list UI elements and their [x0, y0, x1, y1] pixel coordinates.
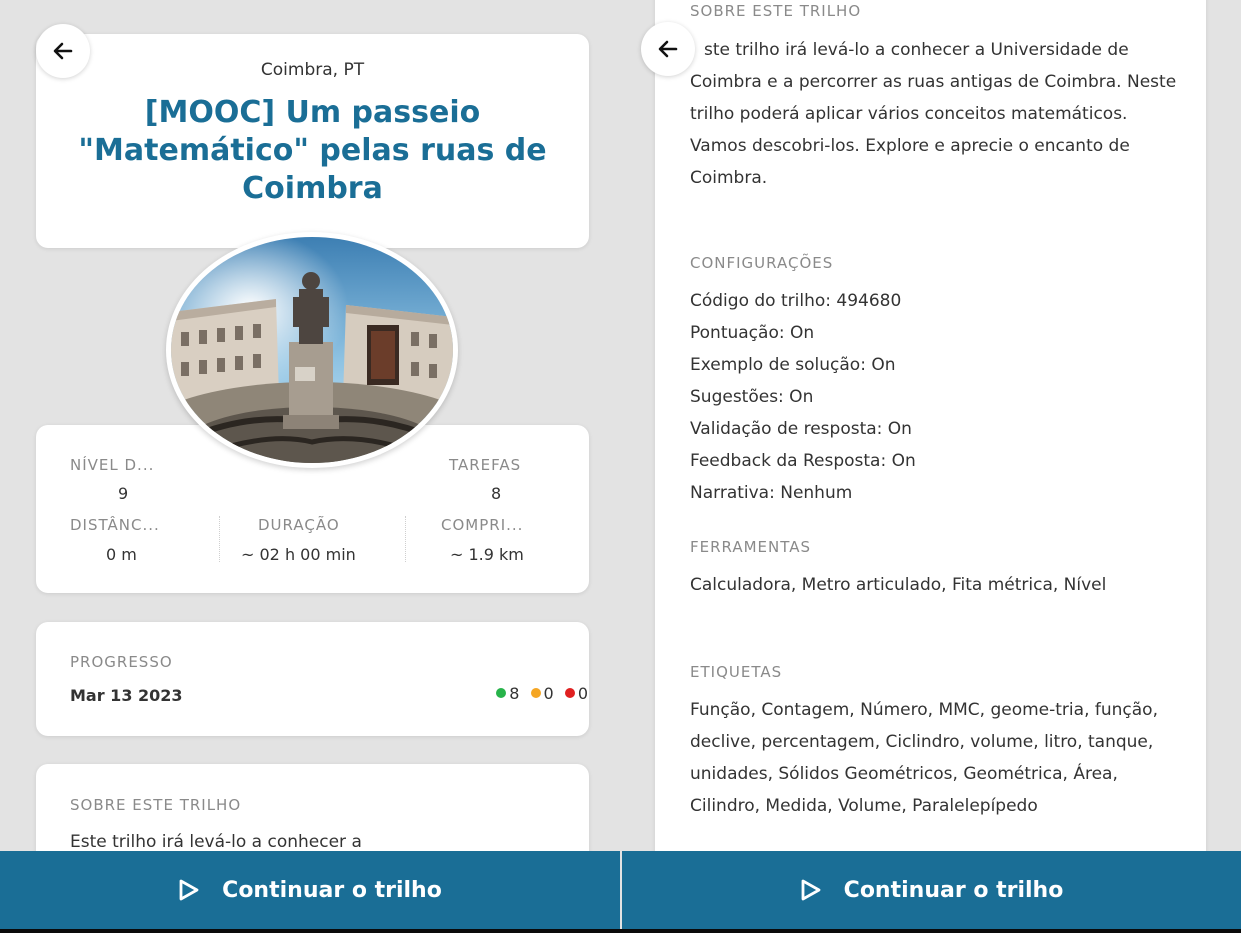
red-count: 0 — [577, 684, 588, 703]
yellow-dot-icon — [530, 688, 541, 698]
title-card: Coimbra, PT [MOOC] Um passeio "Matemátic… — [36, 34, 589, 248]
stat-distance-label: DISTÂNC... — [70, 516, 160, 534]
bottom-strip — [0, 929, 1241, 933]
config-label: CONFIGURAÇÕES — [690, 254, 834, 272]
stat-distance-value: 0 m — [106, 545, 137, 564]
continue-trail-button[interactable]: Continuar o trilho — [622, 851, 1241, 929]
about-label: SOBRE ESTE TRILHO — [70, 796, 242, 814]
green-dot-icon — [496, 688, 507, 698]
continue-trail-button[interactable]: Continuar o trilho — [0, 851, 620, 929]
trail-title: [MOOC] Um passeio "Matemático" pelas rua… — [78, 95, 547, 206]
config-list: Código do trilho: 494680 Pontuação: On E… — [690, 285, 1180, 509]
stat-duration-label: DURAÇÃO — [258, 516, 340, 534]
arrow-left-icon — [53, 42, 73, 60]
continue-trail-label: Continuar o trilho — [843, 877, 1064, 903]
continue-trail-label: Continuar o trilho — [222, 877, 442, 903]
trail-photo — [166, 232, 458, 468]
left-screen: Coimbra, PT [MOOC] Um passeio "Matemátic… — [0, 0, 622, 933]
about-text: Este trilho irá levá-lo a conhecer a — [70, 832, 362, 852]
config-item: Sugestões: On — [690, 387, 814, 407]
back-button[interactable] — [641, 22, 695, 76]
stat-tasks-value: 8 — [491, 484, 502, 503]
red-dot-icon — [564, 688, 575, 698]
play-outline-icon — [179, 879, 199, 901]
tools-text: Calculadora, Metro articulado, Fita métr… — [690, 575, 1107, 595]
stat-length-label: COMPRI... — [441, 516, 524, 534]
arrow-left-icon — [658, 40, 678, 58]
right-about-text: ste trilho irá levá-lo a conhecer a Univ… — [690, 40, 1177, 188]
tags-text: Função, Contagem, Número, MMC, geome-tri… — [690, 700, 1158, 816]
stat-divider — [219, 516, 220, 562]
stat-tasks-label: TAREFAS — [449, 456, 522, 474]
stat-level-value: 9 — [118, 484, 129, 503]
tools-label: FERRAMENTAS — [690, 538, 812, 556]
stat-level-label: NÍVEL D... — [70, 456, 155, 474]
right-about-label: SOBRE ESTE TRILHO — [690, 2, 862, 20]
back-button[interactable] — [36, 24, 90, 78]
play-outline-icon — [801, 879, 821, 901]
config-item: Narrativa: Nenhum — [690, 483, 853, 503]
config-item: Feedback da Resposta: On — [690, 451, 916, 471]
progress-counts: 8 0 0 — [496, 684, 588, 703]
progress-card — [36, 622, 589, 736]
stat-divider — [405, 516, 406, 562]
config-item: Validação de resposta: On — [690, 419, 912, 439]
progress-label: PROGRESSO — [70, 653, 173, 671]
stat-length-value: ~ 1.9 km — [450, 545, 524, 564]
config-item: Pontuação: On — [690, 323, 815, 343]
config-item: Código do trilho: 494680 — [690, 291, 902, 311]
stat-duration-value: ~ 02 h 00 min — [241, 545, 356, 564]
green-count: 8 — [509, 684, 520, 703]
trail-location: Coimbra, PT — [260, 60, 365, 80]
yellow-count: 0 — [543, 684, 554, 703]
tags-label: ETIQUETAS — [690, 663, 783, 681]
config-item: Exemplo de solução: On — [690, 355, 896, 375]
progress-date: Mar 13 2023 — [70, 686, 183, 705]
